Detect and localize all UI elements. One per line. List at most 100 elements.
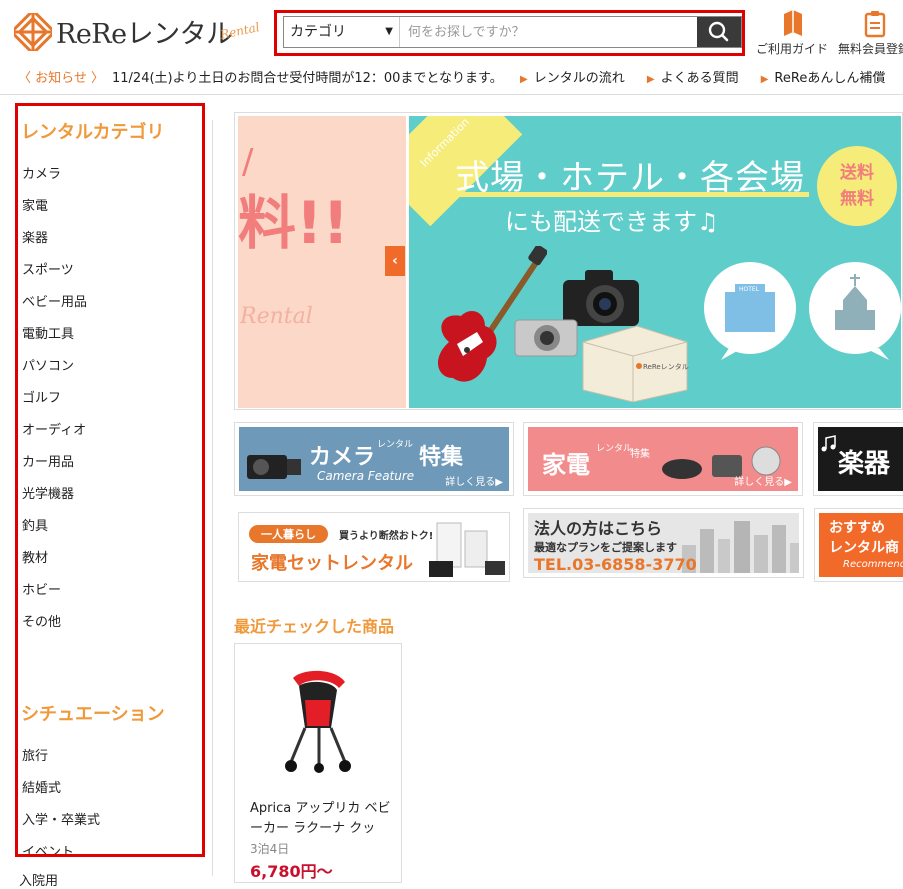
corporate-tile-tel[interactable]: TEL.03-6858-3770 [534,555,697,573]
camera-tile-mini: レンタル [377,440,414,450]
free-shipping-line1: 送料 [840,163,874,183]
sidebar-item-instrument[interactable]: 楽器 [22,227,48,246]
sidebar-item-golf[interactable]: ゴルフ [22,387,61,406]
guide-link-label: ご利用ガイド [755,42,828,56]
sidebar-item-other[interactable]: その他 [22,611,61,630]
triangle-right-icon: ▶ [760,74,769,85]
set-tile-title: 家電セットレンタル [251,553,413,574]
appliance-tile-title: 家電 [542,451,590,479]
clipboard-icon [864,11,886,38]
guide-link[interactable]: ご利用ガイド [752,8,832,58]
recommend-tile-line2: レンタル商 [829,540,899,556]
sidebar-item-travel[interactable]: 旅行 [22,745,48,764]
camera-tile-subtitle: Camera Feature [317,469,415,483]
logo-mark-icon [14,13,52,51]
corporate-tile[interactable]: 法人の方はこちら 最適なプランをご提案します TEL.03-6858-3770 [523,508,804,578]
sidebar-item-pc[interactable]: パソコン [22,355,74,374]
category-select-label: カテゴリ [290,24,346,40]
sidebar-item-event[interactable]: イベント [22,841,74,854]
rental-category-heading: レンタルカテゴリ [21,122,165,143]
sidebar-item-baby[interactable]: ベビー用品 [22,291,87,310]
logo-text: ReReレンタル [56,19,233,50]
music-note-icon [821,435,836,452]
sidebar-item-fishing[interactable]: 釣具 [22,515,48,534]
notice-tag[interactable]: 〈 お知らせ 〉 [18,64,104,94]
appliance-tile-title2: 特集 [630,449,650,460]
recent-product-card[interactable]: Aprica アップリカ ベビーカー ラクーナ クッ 3泊4日 6,780円〜 [234,643,402,883]
appliance-tile-mini: レンタル [596,444,633,454]
notice-link-insurance[interactable]: ▶ ReReあんしん補償 [761,71,886,86]
sidebar-item-power-tools[interactable]: 電動工具 [22,323,74,342]
appliance-feature-tile[interactable]: 家電 レンタル 特集 詳しく見る▶ [523,422,803,496]
sidebar-item-camera[interactable]: カメラ [22,163,61,182]
free-shipping-badge: 送料 無料 [817,146,897,226]
appliance-set-tile[interactable]: 一人暮らし 買うより断然おトク! 家電セットレンタル [238,512,510,582]
search-button[interactable] [697,17,741,47]
single-living-badge: 一人暮らし [249,525,328,543]
sidebar-item-hospital[interactable]: 入院用 [19,870,58,889]
notice-text[interactable]: 11/24(土)より土日のお問合せ受付時間が12：00までとなります。 [112,64,503,94]
notice-bar: 〈 お知らせ 〉 11/24(土)より土日のお問合せ受付時間が12：00までとな… [0,64,903,95]
sidebar-item-hobby[interactable]: ホビー [22,579,61,598]
shipping-box-icon: ReReレンタル [582,325,689,402]
sidebar-item-optical[interactable]: 光学機器 [22,483,74,502]
sidebar-item-ceremony[interactable]: 入学・卒業式 [22,809,100,828]
church-bubble-icon [809,262,901,360]
box-label: ReReレンタル [643,362,689,371]
recently-viewed-heading: 最近チェックした商品 [234,617,395,636]
sidebar-item-car[interactable]: カー用品 [22,451,74,470]
guide-icon [784,10,802,36]
hotel-sign: HOTEL [739,286,760,293]
sidebar-item-sports[interactable]: スポーツ [22,259,74,278]
search-input[interactable] [400,17,696,47]
camera-feature-tile[interactable]: カメラ レンタル 特集 Camera Feature 詳しく見る▶ [234,422,514,496]
sidebar-item-wedding[interactable]: 結婚式 [22,777,61,796]
instrument-tile-title: 楽器 [838,449,891,479]
notice-link-faq[interactable]: ▶ よくある質問 [647,71,739,86]
camera-tile-more: 詳しく見る▶ [445,477,503,488]
compact-camera-icon [514,319,578,357]
notice-link-flow[interactable]: ▶ レンタルの流れ [520,71,625,86]
corporate-tile-subtitle: 最適なプランをご提案します [534,541,677,554]
set-tile-tagline: 買うより断然おトク! [339,531,434,542]
dropdown-arrow-icon: ▼ [385,26,393,37]
current-slide[interactable]: Information 式場・ホテル・各会場 にも配送できます♫ 送料 無料 R… [409,116,901,408]
category-sidebar: レンタルカテゴリ カメラ 家電 楽器 スポーツ ベビー用品 電動工具 パソコン … [15,103,205,857]
hero-banner-carousel[interactable]: / 料!! Rental Information 式場・ホテル・各会場 にも配送… [234,112,903,410]
situation-heading: シチュエーション [21,704,165,725]
search-icon [708,21,729,42]
triangle-right-icon: ▶ [520,74,528,85]
sidebar-item-audio[interactable]: オーディオ [22,419,86,438]
camera-tile-title2: 特集 [419,445,464,470]
register-link[interactable]: 無料会員登録 [834,8,903,58]
camera-tile-title: カメラ [309,445,376,470]
recommend-tile[interactable]: おすすめ レンタル商 Recommend! [814,508,903,582]
site-header: ReReレンタル Rental カテゴリ ▼ ご利用ガイド 無料会員 [0,0,903,64]
site-logo[interactable]: ReReレンタル Rental [14,10,261,54]
hotel-bubble-icon: HOTEL [704,262,796,360]
product-duration: 3泊4日 [250,842,290,856]
register-link-label: 無料会員登録 [837,42,903,56]
free-shipping-line2: 無料 [840,189,874,209]
notice-links: ▶レンタルの流れ ▶よくある質問 ▶ReReあんしん補償 ▶ [520,64,903,94]
slide-title-underline [455,192,809,197]
search-bar: カテゴリ ▼ [283,16,742,48]
previous-slide-preview[interactable]: / 料!! Rental [238,116,406,408]
recommend-tile-line1: おすすめ [829,520,885,536]
instrument-feature-tile[interactable]: 楽器 [813,422,903,496]
sidebar-item-teaching[interactable]: 教材 [22,547,48,566]
carousel-prev-button[interactable]: ‹ [385,246,405,276]
previous-slide-text: 料!! [238,189,349,257]
sidebar-item-appliance[interactable]: 家電 [22,195,48,214]
recommend-tile-script: Recommend! [843,559,903,570]
category-select[interactable]: カテゴリ ▼ [284,17,400,47]
slide-subtitle: にも配送できます♫ [505,208,719,236]
product-name[interactable]: Aprica アップリカ ベビーカー ラクーナ クッ [250,799,395,839]
chevron-left-icon: ‹ [392,253,398,269]
previous-slide-script: Rental [240,304,313,329]
sidebar-divider [212,120,213,876]
product-price: 6,780円〜 [250,862,333,881]
appliance-set-icon [429,522,505,577]
appliance-tile-more: 詳しく見る▶ [734,477,792,488]
video-camera-icon [247,455,301,479]
